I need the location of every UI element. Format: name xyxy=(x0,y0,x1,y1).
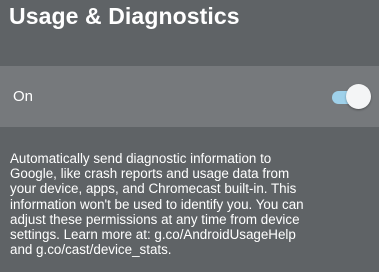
usage-diagnostics-setting-row[interactable]: On xyxy=(0,66,379,127)
toggle-thumb xyxy=(346,84,371,109)
header: Usage & Diagnostics xyxy=(0,0,379,58)
usage-diagnostics-screen: Usage & Diagnostics On Automatically sen… xyxy=(0,0,379,272)
diagnostics-description: Automatically send diagnostic informatio… xyxy=(10,151,304,258)
setting-label: On xyxy=(13,88,34,105)
usage-diagnostics-toggle[interactable] xyxy=(330,84,372,110)
page-title: Usage & Diagnostics xyxy=(9,3,240,29)
